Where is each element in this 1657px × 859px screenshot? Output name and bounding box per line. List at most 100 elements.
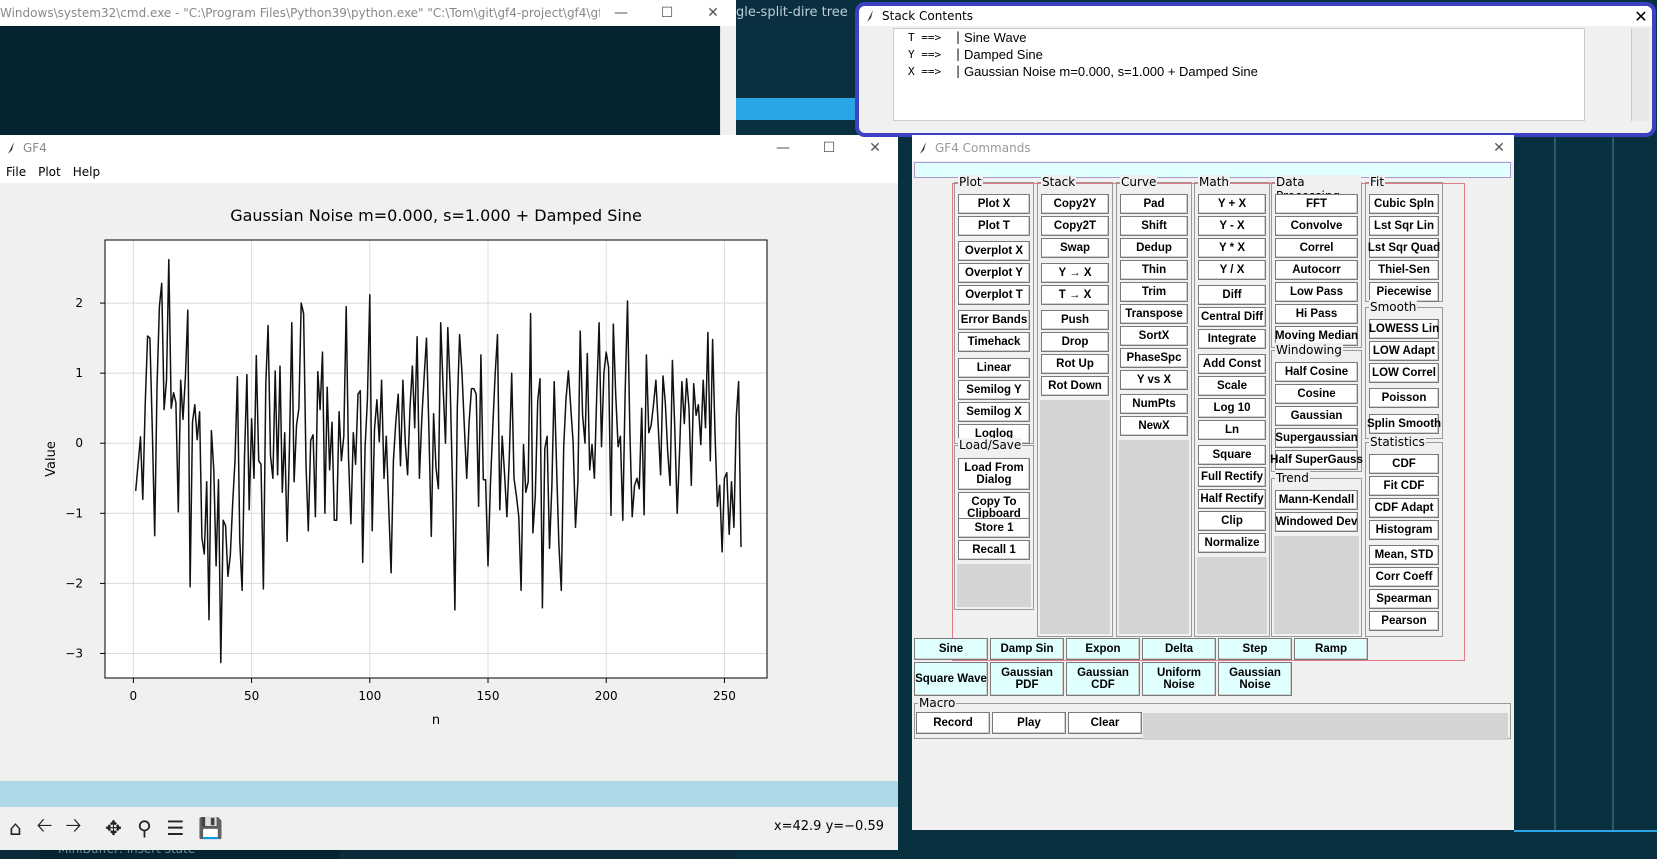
splin-smooth-button[interactable]: Splin Smooth bbox=[1367, 414, 1441, 434]
store-1-button[interactable]: Store 1 bbox=[958, 518, 1030, 538]
pearson-button[interactable]: Pearson bbox=[1369, 611, 1439, 631]
minimize-icon[interactable]: — bbox=[598, 0, 644, 26]
save-icon[interactable]: 💾 bbox=[197, 814, 224, 841]
cmd-titlebar[interactable]: Windows\system32\cmd.exe - "C:\Program F… bbox=[0, 0, 736, 26]
stack-scrollbar[interactable] bbox=[1631, 28, 1649, 121]
copy2y-button[interactable]: Copy2Y bbox=[1041, 194, 1109, 214]
step-generator-button[interactable]: Step bbox=[1218, 638, 1292, 660]
log-10-button[interactable]: Log 10 bbox=[1198, 398, 1266, 418]
home-icon[interactable]: ⌂ bbox=[2, 814, 29, 841]
gf4-titlebar[interactable]: GF4 — ☐ ✕ bbox=[0, 135, 898, 161]
plot-area[interactable]: 0 50 100 150 200 250 −3 −2 −1 0 1 2 Gaussian Noise m… bbox=[0, 183, 898, 781]
drop-button[interactable]: Drop bbox=[1041, 332, 1109, 352]
transpose-button[interactable]: Transpose bbox=[1120, 304, 1188, 324]
dedup-button[interactable]: Dedup bbox=[1120, 238, 1188, 258]
y-x-button[interactable]: Y + X bbox=[1198, 194, 1266, 214]
recall-1-button[interactable]: Recall 1 bbox=[958, 540, 1030, 560]
cubic-spln-button[interactable]: Cubic Spln bbox=[1369, 194, 1439, 214]
cdf-adapt-button[interactable]: CDF Adapt bbox=[1369, 498, 1439, 518]
half-supergauss-button[interactable]: Half SuperGauss bbox=[1270, 450, 1363, 470]
close-icon[interactable]: ✕ bbox=[1630, 6, 1652, 26]
gaussian-noise-generator-button[interactable]: Gaussian Noise bbox=[1218, 662, 1292, 696]
expon-generator-button[interactable]: Expon bbox=[1066, 638, 1140, 660]
stack-listbox[interactable]: T ==> | Sine Wave Y ==> | Damped Sine X … bbox=[893, 28, 1585, 121]
overplot-x-button[interactable]: Overplot X bbox=[958, 241, 1030, 261]
windowed-dev-button[interactable]: Windowed Dev bbox=[1275, 512, 1358, 532]
scale-button[interactable]: Scale bbox=[1198, 376, 1266, 396]
ramp-generator-button[interactable]: Ramp bbox=[1294, 638, 1368, 660]
overplot-y-button[interactable]: Overplot Y bbox=[958, 263, 1030, 283]
plot-x-button[interactable]: Plot X bbox=[958, 194, 1030, 214]
poisson-button[interactable]: Poisson bbox=[1369, 388, 1439, 408]
low-pass-button[interactable]: Low Pass bbox=[1275, 282, 1358, 302]
lst-sqr-quad-button[interactable]: Lst Sqr Quad bbox=[1368, 238, 1440, 258]
clip-button[interactable]: Clip bbox=[1198, 511, 1266, 531]
cmd-scrollbar[interactable] bbox=[720, 26, 736, 135]
sine-generator-button[interactable]: Sine bbox=[914, 638, 988, 660]
thiel-sen-button[interactable]: Thiel-Sen bbox=[1369, 260, 1439, 280]
low-correl-button[interactable]: LOW Correl bbox=[1369, 363, 1439, 383]
central-diff-button[interactable]: Central Diff bbox=[1198, 307, 1266, 327]
half-rectify-button[interactable]: Half Rectify bbox=[1198, 489, 1266, 509]
pan-icon[interactable]: ✥ bbox=[100, 814, 127, 841]
maximize-icon[interactable]: ☐ bbox=[806, 135, 852, 161]
hi-pass-button[interactable]: Hi Pass bbox=[1275, 304, 1358, 324]
timehack-button[interactable]: Timehack bbox=[958, 332, 1030, 352]
supergaussian-button[interactable]: Supergaussian bbox=[1275, 428, 1358, 448]
cosine-button[interactable]: Cosine bbox=[1275, 384, 1358, 404]
cdf-button[interactable]: CDF bbox=[1369, 454, 1439, 474]
fit-cdf-button[interactable]: Fit CDF bbox=[1369, 476, 1439, 496]
lowess-lin-button[interactable]: LOWESS Lin bbox=[1369, 319, 1439, 339]
fft-button[interactable]: FFT bbox=[1275, 194, 1358, 214]
mean-std-button[interactable]: Mean, STD bbox=[1369, 545, 1439, 565]
shift-button[interactable]: Shift bbox=[1120, 216, 1188, 236]
linear-button[interactable]: Linear bbox=[958, 358, 1030, 378]
error-bands-button[interactable]: Error Bands bbox=[958, 310, 1030, 330]
semilog-y-button[interactable]: Semilog Y bbox=[958, 380, 1030, 400]
configure-subplots-icon[interactable]: ☰ bbox=[162, 814, 189, 841]
copy2t-button[interactable]: Copy2T bbox=[1041, 216, 1109, 236]
lst-sqr-lin-button[interactable]: Lst Sqr Lin bbox=[1369, 216, 1439, 236]
autocorr-button[interactable]: Autocorr bbox=[1275, 260, 1358, 280]
damp-sin-generator-button[interactable]: Damp Sin bbox=[990, 638, 1064, 660]
histogram-button[interactable]: Histogram bbox=[1369, 520, 1439, 540]
normalize-button[interactable]: Normalize bbox=[1198, 533, 1266, 553]
gaussian-button[interactable]: Gaussian bbox=[1275, 406, 1358, 426]
low-adapt-button[interactable]: LOW Adapt bbox=[1369, 341, 1439, 361]
gaussian-cdf-generator-button[interactable]: Gaussian CDF bbox=[1066, 662, 1140, 696]
menu-plot[interactable]: Plot bbox=[38, 165, 61, 179]
y-x-button[interactable]: Y → X bbox=[1041, 263, 1109, 283]
close-icon[interactable]: ✕ bbox=[852, 135, 898, 161]
forward-arrow-icon[interactable]: 🡢 bbox=[60, 813, 87, 841]
trim-button[interactable]: Trim bbox=[1120, 282, 1188, 302]
half-cosine-button[interactable]: Half Cosine bbox=[1275, 362, 1358, 382]
y-x-button[interactable]: Y * X bbox=[1198, 238, 1266, 258]
mann-kendall-button[interactable]: Mann-Kendall bbox=[1275, 490, 1358, 510]
maximize-icon[interactable]: ☐ bbox=[644, 0, 690, 26]
convolve-button[interactable]: Convolve bbox=[1275, 216, 1358, 236]
spearman-button[interactable]: Spearman bbox=[1369, 589, 1439, 609]
square-button[interactable]: Square bbox=[1198, 445, 1266, 465]
corr-coeff-button[interactable]: Corr Coeff bbox=[1369, 567, 1439, 587]
zoom-icon[interactable]: ⚲ bbox=[131, 814, 158, 841]
line-chart[interactable]: 0 50 100 150 200 250 −3 −2 −1 0 1 2 Gaussian Noise m… bbox=[0, 183, 898, 781]
y-x-button[interactable]: Y / X bbox=[1198, 260, 1266, 280]
pad-button[interactable]: Pad bbox=[1120, 194, 1188, 214]
integrate-button[interactable]: Integrate bbox=[1198, 329, 1266, 349]
diff-button[interactable]: Diff bbox=[1198, 285, 1266, 305]
close-icon[interactable]: ✕ bbox=[690, 0, 736, 26]
t-x-button[interactable]: T → X bbox=[1041, 285, 1109, 305]
overplot-t-button[interactable]: Overplot T bbox=[958, 285, 1030, 305]
rot-down-button[interactable]: Rot Down bbox=[1041, 376, 1109, 396]
menu-file[interactable]: File bbox=[6, 165, 26, 179]
numpts-button[interactable]: NumPts bbox=[1120, 394, 1188, 414]
plot-t-button[interactable]: Plot T bbox=[958, 216, 1030, 236]
newx-button[interactable]: NewX bbox=[1120, 416, 1188, 436]
uniform-noise-generator-button[interactable]: Uniform Noise bbox=[1142, 662, 1216, 696]
thin-button[interactable]: Thin bbox=[1120, 260, 1188, 280]
minimize-icon[interactable]: — bbox=[760, 135, 806, 161]
correl-button[interactable]: Correl bbox=[1275, 238, 1358, 258]
phasespc-button[interactable]: PhaseSpc bbox=[1120, 348, 1188, 368]
push-button[interactable]: Push bbox=[1041, 310, 1109, 330]
semilog-x-button[interactable]: Semilog X bbox=[958, 402, 1030, 422]
